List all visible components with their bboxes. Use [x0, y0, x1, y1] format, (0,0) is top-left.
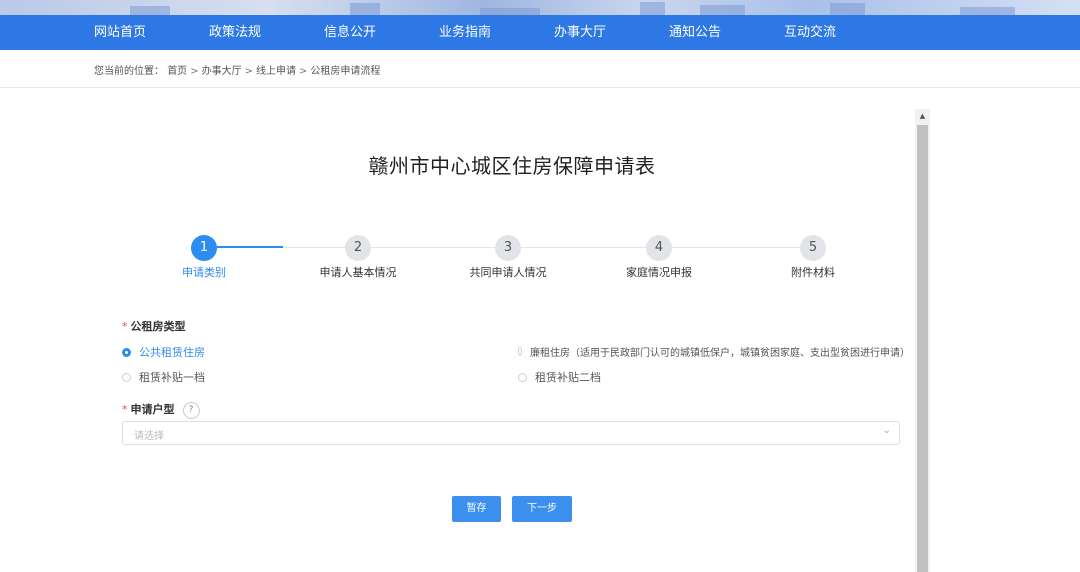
required-mark: *: [122, 320, 128, 333]
step-number: 3: [495, 235, 521, 261]
main-nav: 网站首页 政策法规 信息公开 业务指南 办事大厅 通知公告 互动交流: [0, 15, 1080, 50]
nav-info[interactable]: 信息公开: [324, 15, 376, 50]
nav-notices[interactable]: 通知公告: [669, 15, 721, 50]
unit-type-label-text: 申请户型: [130, 403, 175, 416]
nav-policy[interactable]: 政策法规: [209, 15, 261, 50]
step-1[interactable]: 1 申请类别: [134, 235, 274, 280]
step-number: 2: [345, 235, 371, 261]
step-label: 申请人基本情况: [319, 266, 397, 279]
help-icon[interactable]: ?: [182, 401, 200, 419]
breadcrumb-home[interactable]: 首页: [167, 66, 187, 77]
breadcrumb-online-apply[interactable]: 线上申请: [256, 66, 296, 77]
breadcrumb-separator: >: [298, 66, 308, 77]
radio-label: 租赁补贴二档: [535, 371, 601, 384]
radio-low-rent[interactable]: 廉租住房（适用于民政部门认可的城镇低保户，城镇贫困家庭、支出型贫困进行申请）: [518, 344, 910, 359]
unit-type-label: * 申请户型?: [122, 401, 200, 419]
step-5[interactable]: 5 附件材料: [743, 235, 883, 280]
step-2[interactable]: 2 申请人基本情况: [288, 235, 428, 280]
select-placeholder: 请选择: [134, 431, 164, 442]
step-number: 5: [800, 235, 826, 261]
radio-dot: [122, 372, 131, 382]
breadcrumb-bar: 您当前的位置： 首页 > 办事大厅 > 线上申请 > 公租房申请流程: [0, 50, 1080, 88]
breadcrumb-service-hall[interactable]: 办事大厅: [202, 66, 242, 77]
breadcrumb-separator: >: [190, 66, 199, 77]
nav-service-hall[interactable]: 办事大厅: [554, 15, 606, 50]
scrollbar-thumb[interactable]: [917, 125, 928, 572]
page-title: 赣州市中心城区住房保障申请表: [368, 154, 656, 178]
unit-type-select[interactable]: 请选择 ⌄: [122, 421, 900, 445]
breadcrumb: 您当前的位置： 首页 > 办事大厅 > 线上申请 > 公租房申请流程: [94, 62, 380, 77]
step-4[interactable]: 4 家庭情况申报: [589, 235, 729, 280]
step-label: 附件材料: [791, 266, 835, 279]
breadcrumb-current: 公租房申请流程: [310, 66, 381, 77]
next-step-button[interactable]: 下一步: [512, 496, 572, 522]
housing-type-label-text: 公租房类型: [130, 320, 186, 333]
step-number: 1: [191, 235, 217, 261]
radio-dot: [122, 347, 131, 357]
step-label: 家庭情况申报: [626, 266, 692, 279]
radio-dot: [518, 347, 522, 356]
step-3[interactable]: 3 共同申请人情况: [438, 235, 578, 280]
save-draft-button[interactable]: 暂存: [452, 496, 501, 522]
radio-label: 公共租赁住房: [139, 346, 205, 359]
step-label: 共同申请人情况: [469, 266, 547, 279]
scroll-up-arrow-icon[interactable]: ▲: [915, 109, 930, 124]
step-label: 申请类别: [182, 266, 226, 279]
scrollbar[interactable]: ▲: [915, 109, 930, 572]
chevron-down-icon: ⌄: [882, 425, 891, 436]
radio-label: 廉租住房（适用于民政部门认可的城镇低保户，城镇贫困家庭、支出型贫困进行申请）: [530, 348, 910, 359]
required-mark: *: [122, 403, 128, 416]
radio-subsidy-tier-2[interactable]: 租赁补贴二档: [518, 369, 601, 385]
nav-interaction[interactable]: 互动交流: [784, 15, 836, 50]
radio-dot: [518, 372, 527, 382]
step-number: 4: [646, 235, 672, 261]
breadcrumb-prefix: 您当前的位置：: [94, 66, 164, 77]
radio-subsidy-tier-1[interactable]: 租赁补贴一档: [122, 369, 205, 385]
breadcrumb-separator: >: [244, 66, 253, 77]
nav-home[interactable]: 网站首页: [94, 15, 146, 50]
housing-type-label: * 公租房类型: [122, 318, 186, 334]
radio-label: 租赁补贴一档: [139, 371, 205, 384]
header-banner: [0, 0, 1080, 15]
nav-guide[interactable]: 业务指南: [439, 15, 491, 50]
radio-public-rental[interactable]: 公共租赁住房: [122, 344, 205, 360]
